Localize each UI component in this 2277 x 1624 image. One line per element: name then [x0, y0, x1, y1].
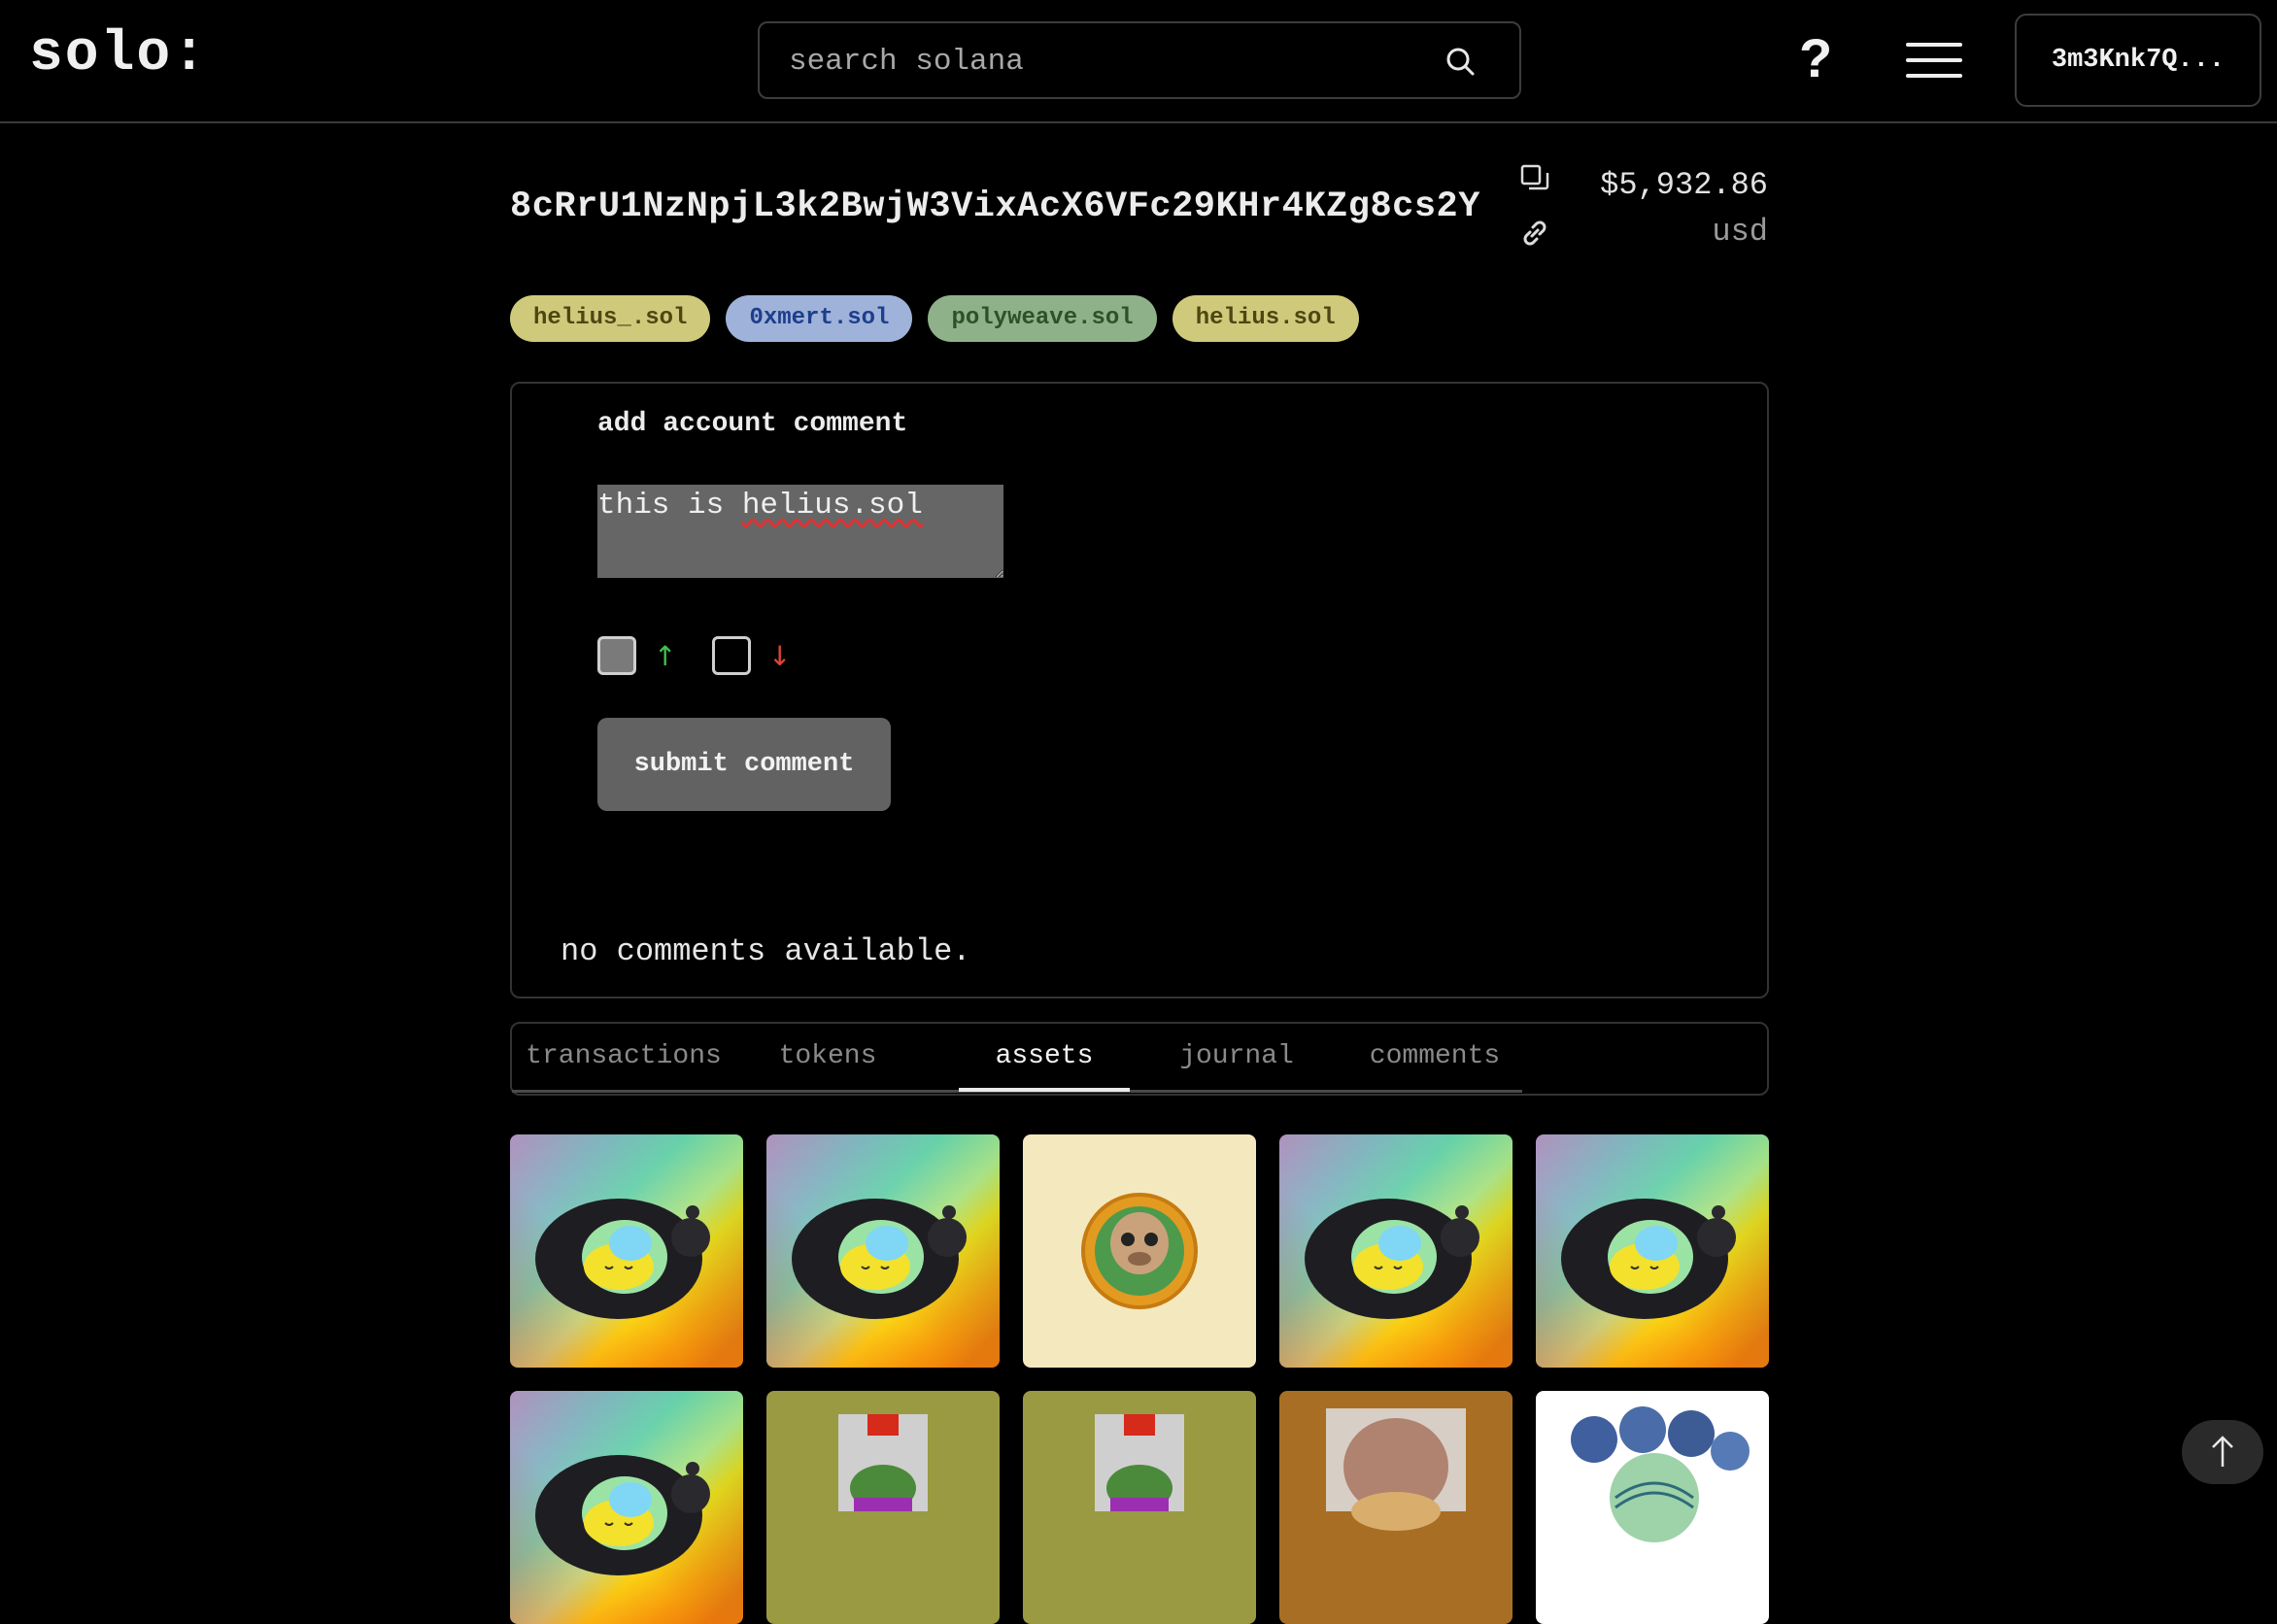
scroll-to-top-button[interactable]: [2182, 1420, 2263, 1484]
holographic-blob-image: [792, 1199, 967, 1319]
search-bar[interactable]: [758, 21, 1521, 99]
upvote-checkbox[interactable]: [597, 636, 636, 675]
domain-tag[interactable]: helius_.sol: [510, 295, 711, 342]
search-icon[interactable]: [1444, 45, 1478, 80]
asset-tile[interactable]: [1023, 1391, 1256, 1624]
upvote-option[interactable]: ↑: [597, 636, 676, 675]
domain-tag[interactable]: polyweave.sol: [928, 295, 1157, 342]
holographic-blob-image: [535, 1199, 710, 1319]
cat-group-image: [1536, 1391, 1769, 1624]
arrow-up-icon: [2212, 1436, 2233, 1467]
submit-comment-button[interactable]: submit comment: [597, 718, 891, 811]
tab-assets[interactable]: assets: [959, 1041, 1130, 1090]
account-balance: $5,932.86: [1600, 167, 1768, 203]
comment-textarea[interactable]: [597, 485, 1003, 578]
asset-tile[interactable]: [1536, 1134, 1769, 1368]
pepe-card-image: [1023, 1391, 1256, 1624]
asset-tile[interactable]: [510, 1134, 743, 1368]
asset-tile[interactable]: [510, 1391, 743, 1624]
asset-tile[interactable]: [1279, 1391, 1512, 1624]
asset-tile[interactable]: [1023, 1134, 1256, 1368]
domain-tags: helius_.sol 0xmert.sol polyweave.sol hel…: [510, 295, 1359, 342]
tab-journal[interactable]: journal: [1149, 1041, 1324, 1090]
pepe-card-image: [766, 1391, 1000, 1624]
dog-with-hat-image: [1279, 1391, 1512, 1624]
domain-tag[interactable]: helius.sol: [1172, 295, 1359, 342]
copy-icon[interactable]: [1519, 163, 1550, 194]
account-comment-panel: add account comment this is helius.sol ↑…: [510, 382, 1769, 998]
link-icon[interactable]: [1517, 216, 1552, 251]
asset-tile[interactable]: [1279, 1134, 1512, 1368]
hamburger-menu-icon[interactable]: [1906, 39, 1962, 82]
panel-title: add account comment: [597, 409, 908, 439]
wallet-button[interactable]: 3m3Knk7Q...: [2015, 14, 2261, 107]
tab-transactions[interactable]: transactions: [522, 1041, 726, 1090]
help-icon[interactable]: ?: [1799, 31, 1832, 85]
domain-tag[interactable]: 0xmert.sol: [726, 295, 913, 342]
empty-comments-message: no comments available.: [561, 933, 971, 969]
downvote-checkbox[interactable]: [712, 636, 751, 675]
search-input[interactable]: [789, 41, 1410, 82]
arrow-down-icon: ↓: [768, 639, 792, 672]
holographic-blob-image: [1561, 1199, 1736, 1319]
tab-tokens[interactable]: tokens: [755, 1041, 901, 1090]
arrow-up-icon: ↑: [654, 639, 677, 672]
account-tabs: transactions tokens assets journal comme…: [510, 1022, 1769, 1096]
asset-tile[interactable]: [766, 1391, 1000, 1624]
holographic-blob-image: [535, 1455, 710, 1575]
balance-currency: usd: [1712, 214, 1768, 250]
monkey-coin-image: [1023, 1134, 1256, 1368]
app-logo[interactable]: solo:: [29, 23, 208, 86]
downvote-option[interactable]: ↓: [712, 636, 791, 675]
asset-tile[interactable]: [1536, 1391, 1769, 1624]
holographic-blob-image: [1305, 1199, 1479, 1319]
active-tab-indicator: [959, 1088, 1130, 1092]
account-address: 8cRrU1NzNpjL3k2BwjW3VixAcX6VFc29KHr4KZg8…: [510, 186, 1480, 227]
asset-tile[interactable]: [766, 1134, 1000, 1368]
top-navbar: solo: ? 3m3Knk7Q...: [0, 0, 2277, 123]
tab-comments[interactable]: comments: [1347, 1041, 1522, 1090]
